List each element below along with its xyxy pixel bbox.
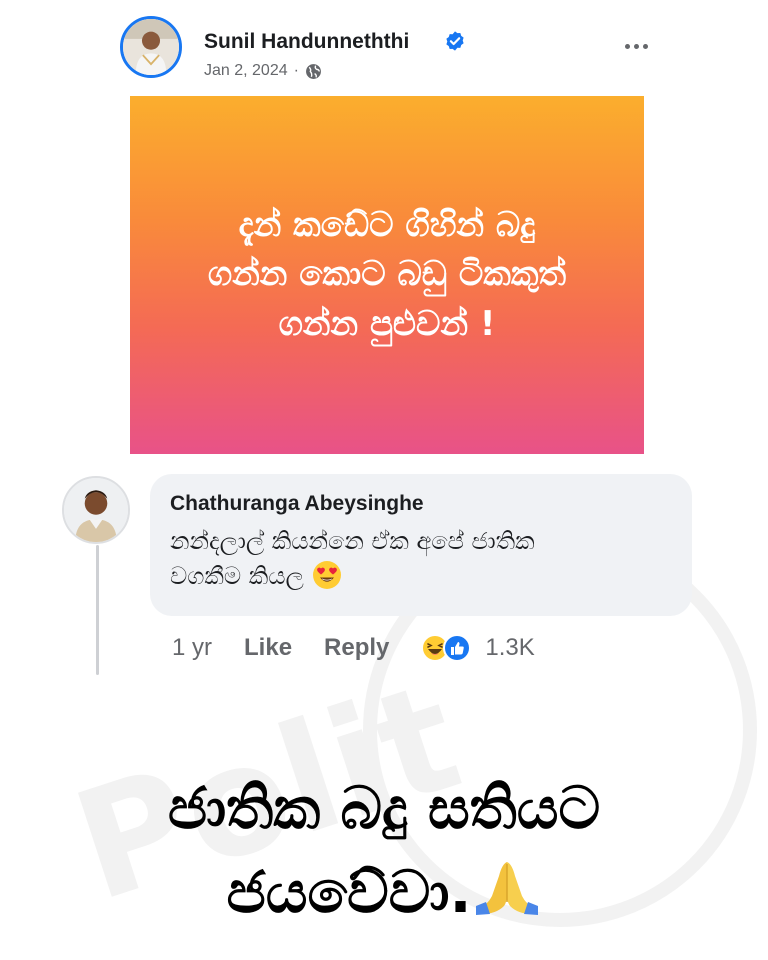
like-button[interactable]: Like [244,634,292,662]
post-header: Sunil Handunneththi Jan 2, 2024 · [120,16,660,80]
post-date[interactable]: Jan 2, 2024 [204,62,288,80]
praying-hands-emoji [475,862,538,916]
author-avatar-image [123,19,179,75]
author-avatar[interactable] [120,16,182,78]
globe-icon [306,63,321,79]
verified-badge-icon [446,31,464,51]
commenter-name[interactable]: Chathuranga Abeysinghe [170,492,672,516]
comment-text: නන්දලාල් කියන්නෙ ඒක අපේ ජාතික වගකීම කියල [170,524,672,594]
more-options-icon[interactable] [616,36,656,56]
post-meta: Jan 2, 2024 · [204,62,322,80]
comment-body: නන්දලාල් කියන්නෙ ඒක අපේ ජාතික වගකීම කියල [170,527,535,590]
comment-thread-line [96,545,99,675]
commenter-avatar-image [64,478,128,542]
post-card: දැන් කඩේට ගිහින් බදු ගන්න කොට බඩු ටිකකුත… [130,96,644,454]
comment-time[interactable]: 1 yr [172,634,212,662]
commenter-avatar[interactable] [62,476,130,544]
comment-bubble: Chathuranga Abeysinghe නන්දලාල් කියන්නෙ … [150,474,692,616]
post-card-text: දැන් කඩේට ගිහින් බදු ගන්න කොට බඩු ටිකකුත… [207,205,567,344]
reactions-summary[interactable]: 1.3K [421,634,535,662]
reply-button[interactable]: Reply [324,634,389,662]
post-author-name[interactable]: Sunil Handunneththi [204,30,409,54]
meta-separator: · [293,62,299,79]
like-reaction-icon [443,634,472,662]
reaction-icons [421,634,477,662]
caption: ජාතික බදු සතියට ජයවේවා. [0,766,768,934]
heart-eyes-emoji [312,560,341,589]
reaction-count: 1.3K [485,634,535,661]
comment-actions: 1 yr Like Reply 1.3K [172,634,535,662]
